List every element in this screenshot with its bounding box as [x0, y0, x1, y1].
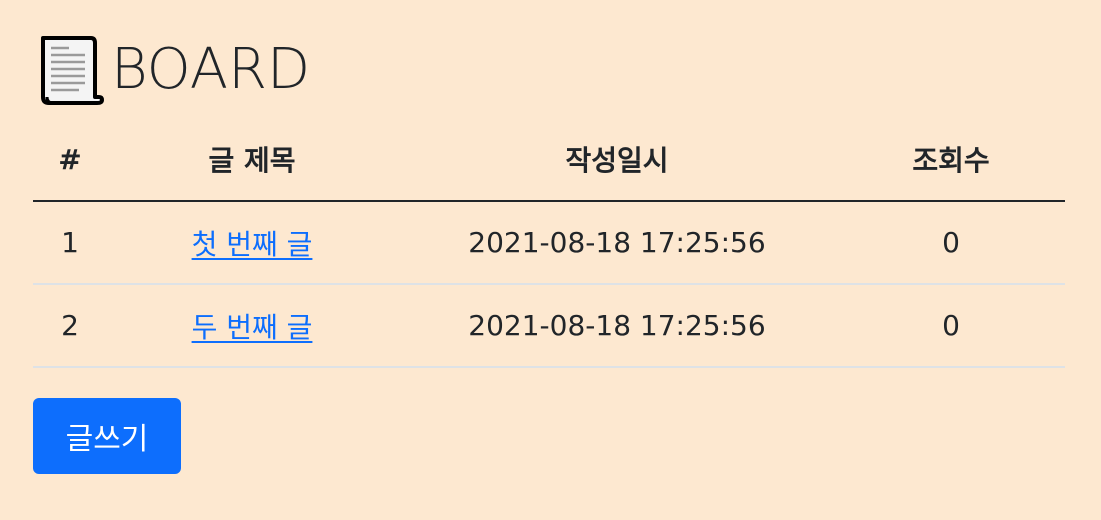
row-views: 0 — [837, 284, 1065, 368]
row-date: 2021-08-18 17:25:56 — [397, 201, 837, 285]
row-title-cell: 두 번째 글 — [107, 284, 397, 368]
row-number: 1 — [33, 201, 107, 285]
page-header: BOARD — [39, 34, 310, 106]
column-header-number: # — [33, 118, 107, 202]
row-views: 0 — [837, 201, 1065, 285]
table-row: 1 첫 번째 글 2021-08-18 17:25:56 0 — [33, 201, 1065, 285]
column-header-title: 글 제목 — [107, 118, 397, 202]
page-title: BOARD — [111, 37, 311, 102]
row-number: 2 — [33, 284, 107, 368]
table-header-row: # 글 제목 작성일시 조회수 — [33, 118, 1065, 202]
column-header-date: 작성일시 — [397, 118, 837, 202]
row-date: 2021-08-18 17:25:56 — [397, 284, 837, 368]
board-table: # 글 제목 작성일시 조회수 1 첫 번째 글 2021-08-18 17:2… — [33, 118, 1065, 368]
table-row: 2 두 번째 글 2021-08-18 17:25:56 0 — [33, 284, 1065, 368]
column-header-views: 조회수 — [837, 118, 1065, 202]
post-title-link[interactable]: 두 번째 글 — [192, 311, 313, 344]
document-icon — [39, 35, 105, 105]
post-title-link[interactable]: 첫 번째 글 — [192, 228, 313, 261]
row-title-cell: 첫 번째 글 — [107, 201, 397, 285]
write-button[interactable]: 글쓰기 — [33, 398, 181, 474]
